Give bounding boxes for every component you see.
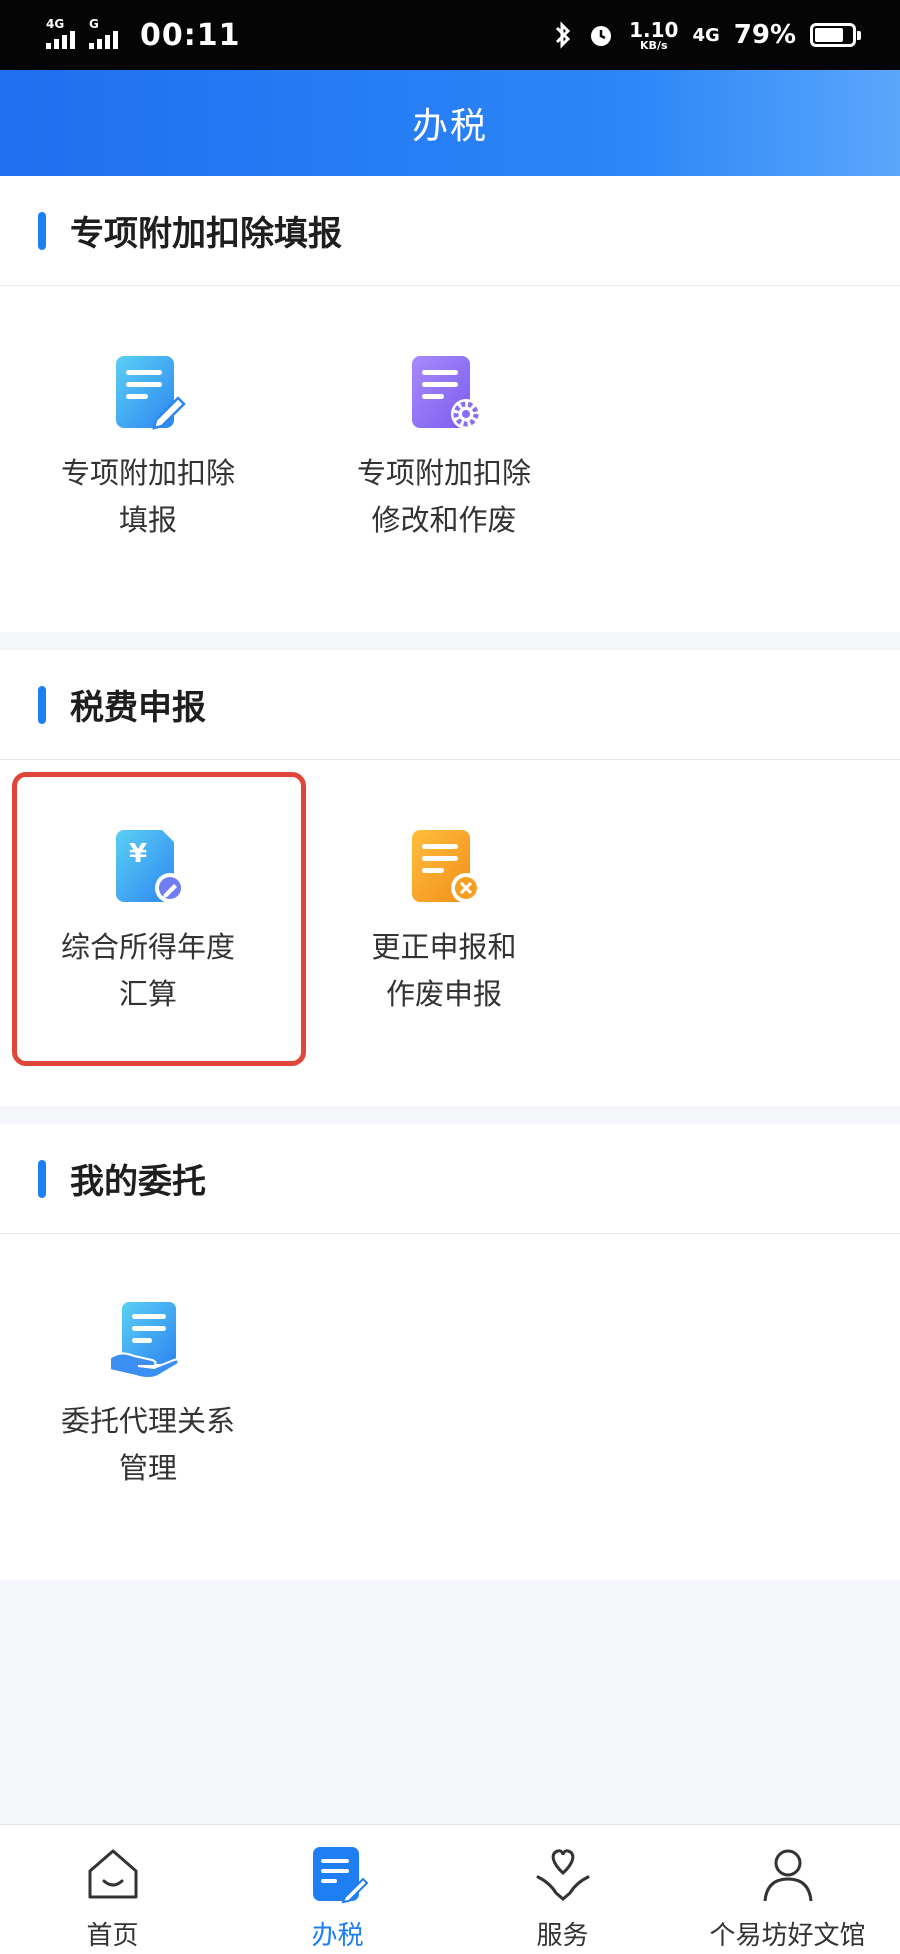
tile-special-deduction-modify[interactable]: 专项附加扣除 修改和作废 xyxy=(296,286,592,586)
tax-doc-icon xyxy=(312,1847,368,1904)
doc-edit-icon xyxy=(116,356,186,430)
section-my-delegation: 我的委托 委托代理关系 管理 xyxy=(0,1124,900,1580)
doc-cancel-icon xyxy=(412,830,481,903)
section-header: 我的委托 xyxy=(0,1124,900,1234)
section-title: 我的委托 xyxy=(70,1162,206,1202)
nav-label: 首页 xyxy=(86,1921,139,1951)
doc-hand-icon xyxy=(109,1302,180,1379)
network-speed: 1.10 KB/s xyxy=(629,20,678,51)
section-title: 税费申报 xyxy=(70,688,206,728)
section-accent-bar xyxy=(38,685,46,724)
signal-icon: 4G xyxy=(46,17,75,49)
tile-grid: 委托代理关系 管理 xyxy=(0,1234,900,1580)
battery-fill xyxy=(815,28,844,42)
page-title: 办税 xyxy=(411,106,488,147)
tile-special-deduction-fill[interactable]: 专项附加扣除 填报 xyxy=(0,286,296,586)
tile-grid: ¥ 综合所得年度 汇算 更正申报和 作废申报 xyxy=(0,760,900,1106)
network-label-3: 4G xyxy=(692,24,720,46)
alarm-icon xyxy=(591,26,612,46)
bluetooth-icon xyxy=(556,21,571,49)
section-header: 税费申报 xyxy=(0,650,900,760)
nav-label: 个易坊好文馆 xyxy=(709,1921,866,1951)
section-special-deduction: 专项附加扣除填报 专项附加扣除 填报 专项附加扣除 修改和作废 xyxy=(0,176,900,632)
section-title: 专项附加扣除填报 xyxy=(70,214,342,254)
nav-label: 办税 xyxy=(311,1921,364,1951)
speed-unit: KB/s xyxy=(640,38,668,52)
home-icon xyxy=(88,1849,137,1899)
nav-tax[interactable]: 办税 xyxy=(225,1825,450,1954)
svg-text:¥: ¥ xyxy=(129,839,147,869)
nav-home[interactable]: 首页 xyxy=(0,1825,225,1954)
clock: 00:11 xyxy=(140,17,241,53)
tile-label: 专项附加扣除 修改和作废 xyxy=(356,456,531,537)
section-header: 专项附加扣除填报 xyxy=(0,176,900,286)
tile-annual-settlement[interactable]: ¥ 综合所得年度 汇算 xyxy=(0,760,296,1060)
person-icon xyxy=(763,1849,812,1902)
nav-profile[interactable]: 个易坊好文馆 xyxy=(675,1825,900,1954)
heart-hand-icon xyxy=(536,1849,589,1901)
tile-label: 综合所得年度 汇算 xyxy=(60,930,235,1011)
network-label-1: 4G xyxy=(46,17,65,31)
nav-label: 服务 xyxy=(536,1921,589,1951)
doc-settings-icon xyxy=(412,356,481,429)
app-header: 办税 xyxy=(0,70,900,176)
tile-label: 更正申报和 作废申报 xyxy=(371,930,517,1011)
status-bar: 4G G 00:11 1.10 KB/s 4G 79% xyxy=(0,0,900,70)
tile-label: 专项附加扣除 填报 xyxy=(60,456,235,537)
battery-icon xyxy=(810,23,861,47)
tile-delegation-management[interactable]: 委托代理关系 管理 xyxy=(0,1234,296,1534)
section-accent-bar xyxy=(38,1159,46,1198)
section-tax-declaration: 税费申报 ¥ 综合所得年度 汇算 更正申报和 作废申报 xyxy=(0,650,900,1106)
speed-value: 1.10 xyxy=(629,17,679,42)
network-label-2: G xyxy=(89,17,99,31)
signal-icon-2: G xyxy=(89,17,118,49)
tile-grid: 专项附加扣除 填报 专项附加扣除 修改和作废 xyxy=(0,286,900,632)
bottom-nav: 首页 办税 服务 个易坊好文馆 xyxy=(0,1824,900,1954)
status-left: 4G G 00:11 xyxy=(46,17,241,53)
tile-correct-void-declaration[interactable]: 更正申报和 作废申报 xyxy=(296,760,592,1060)
section-accent-bar xyxy=(38,211,46,250)
battery-percent: 79% xyxy=(733,20,796,50)
tile-label: 委托代理关系 管理 xyxy=(60,1404,235,1485)
status-right: 1.10 KB/s 4G 79% xyxy=(553,20,861,51)
yuan-doc-icon: ¥ xyxy=(116,830,185,903)
nav-service[interactable]: 服务 xyxy=(450,1825,675,1954)
